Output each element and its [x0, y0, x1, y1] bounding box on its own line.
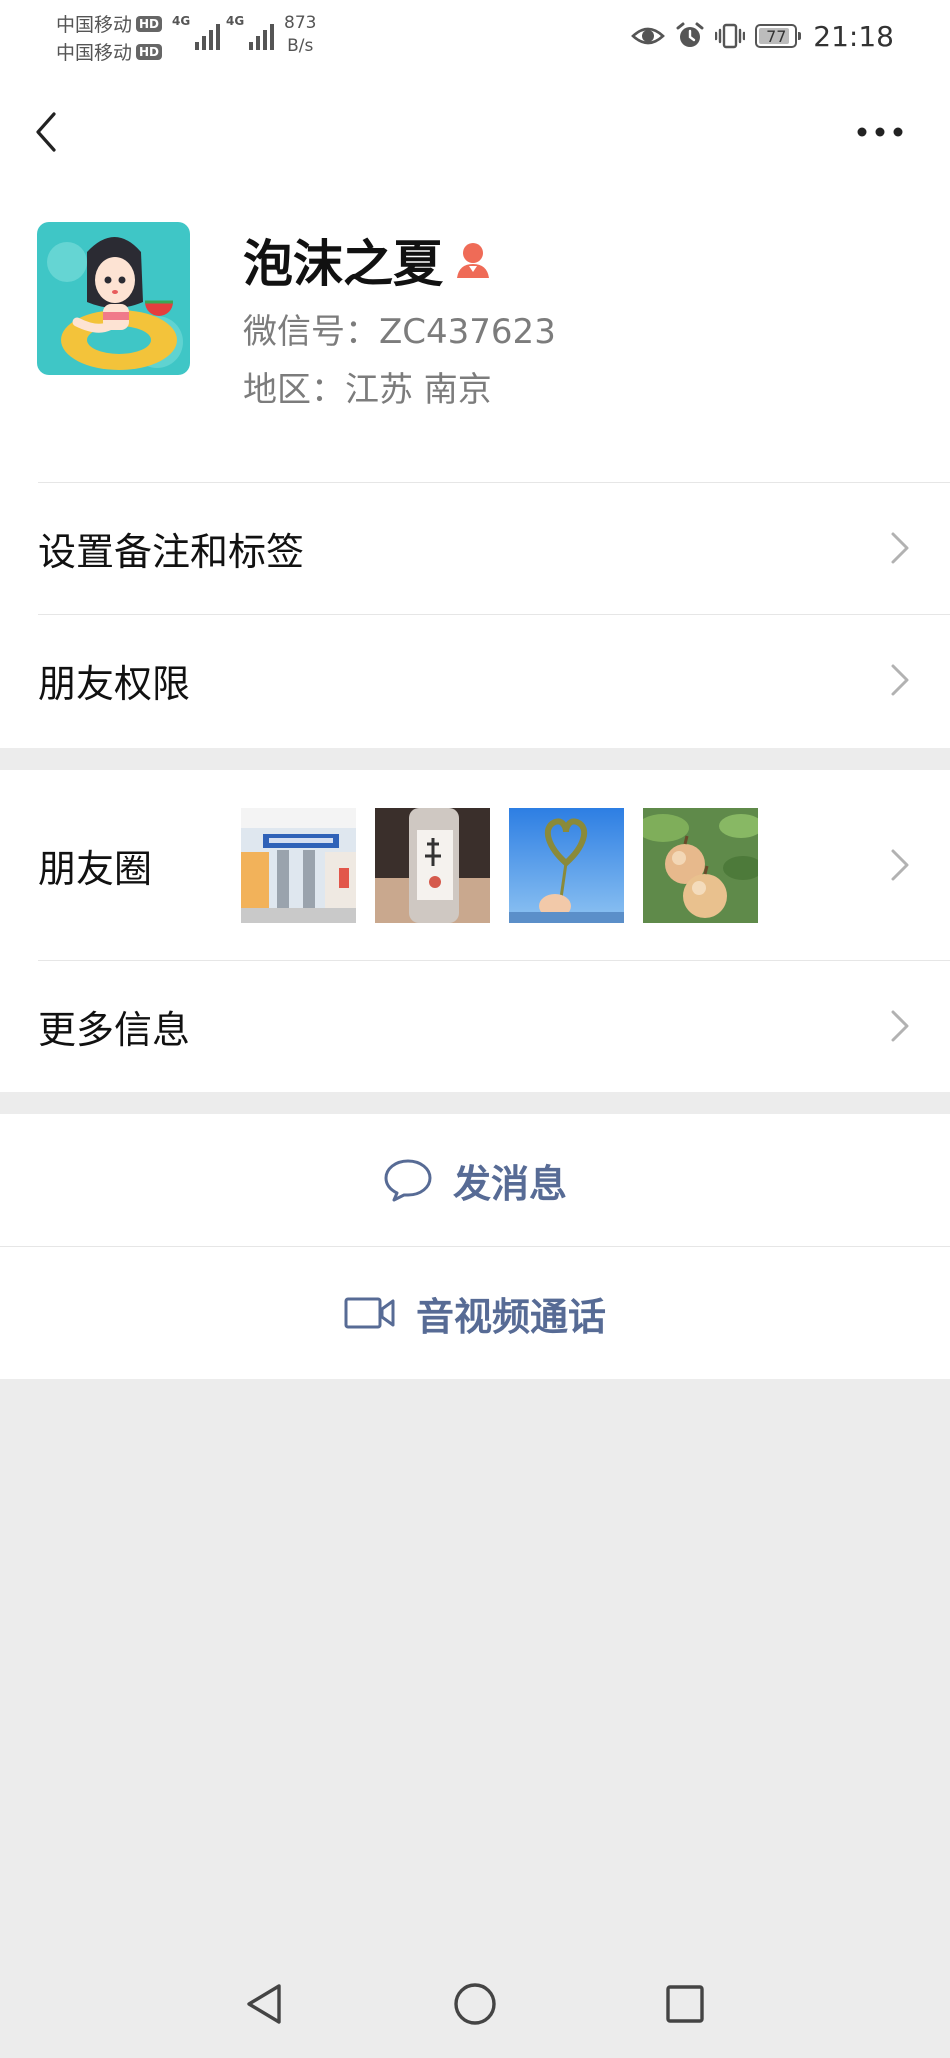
chevron-right-icon	[890, 530, 912, 566]
network-speed: 873 B/s	[284, 12, 316, 58]
vibrate-icon	[715, 23, 746, 49]
send-message-button[interactable]: 发消息	[0, 1114, 950, 1246]
alarm-icon	[676, 22, 704, 47]
chevron-left-icon	[36, 112, 56, 152]
status-icons: 77 21:18	[631, 14, 894, 58]
more-info-label: 更多信息	[38, 1007, 191, 1052]
moments-photo-3[interactable]	[509, 808, 624, 923]
triangle-back-icon	[247, 1984, 281, 2024]
hd-badge: HD	[136, 43, 163, 60]
chevron-right-icon	[890, 1008, 912, 1044]
battery-level: 77	[766, 26, 787, 46]
female-icon	[457, 243, 489, 278]
region: 地区：江苏 南京	[243, 370, 492, 410]
hd-badge: HD	[136, 15, 163, 32]
moments-thumbnails	[241, 808, 758, 923]
system-nav-bar	[0, 1950, 950, 2058]
actions-list: 发消息 音视频通话	[0, 1114, 950, 1379]
eye-icon	[631, 27, 666, 45]
moments-photo-1[interactable]	[241, 808, 356, 923]
network-type-2: 4G	[226, 14, 245, 28]
video-call-button[interactable]: 音视频通话	[0, 1247, 950, 1379]
chevron-right-icon	[890, 662, 912, 698]
carrier-1-name: 中国移动	[56, 14, 133, 36]
moments-row[interactable]: 朋友圈	[0, 770, 950, 960]
circle-home-icon	[454, 1983, 496, 2025]
avatar[interactable]	[37, 222, 190, 375]
nav-recents-button[interactable]	[655, 1974, 715, 2034]
signal-strength-1-icon: 4G	[172, 14, 221, 50]
network-speed-unit: B/s	[287, 36, 314, 56]
chevron-right-icon	[890, 847, 912, 883]
wechat-id: 微信号：ZC437623	[243, 312, 556, 352]
moments-photo-2[interactable]	[375, 808, 490, 923]
nickname: 泡沫之夏	[243, 224, 491, 296]
moments-label: 朋友圈	[38, 846, 153, 891]
square-recents-icon	[666, 1985, 704, 2023]
header	[0, 72, 950, 192]
nav-home-button[interactable]	[445, 1974, 505, 2034]
settings-list: 设置备注和标签 朋友权限	[0, 482, 950, 748]
carrier-2-name: 中国移动	[56, 42, 133, 64]
send-message-label: 发消息	[452, 1161, 567, 1206]
friend-permissions-label: 朋友权限	[38, 661, 191, 706]
moments-list: 朋友圈 更多信息	[0, 770, 950, 1092]
video-camera-icon	[344, 1297, 395, 1329]
network-speed-value: 873	[284, 13, 317, 33]
carrier-2: 中国移动 HD	[56, 38, 163, 65]
profile-card: 泡沫之夏 微信号：ZC437623 地区：江苏 南京	[0, 192, 950, 482]
nav-back-button[interactable]	[235, 1974, 295, 2034]
more-info-row[interactable]: 更多信息	[0, 960, 950, 1092]
more-button[interactable]	[850, 112, 910, 152]
signal-strength-2-icon: 4G	[226, 14, 275, 50]
friend-permissions-row[interactable]: 朋友权限	[0, 614, 950, 746]
chat-bubble-icon	[384, 1159, 432, 1202]
remark-tags-row[interactable]: 设置备注和标签	[0, 482, 950, 614]
avatar-image	[37, 222, 190, 375]
video-call-label: 音视频通话	[415, 1294, 606, 1339]
clock: 21:18	[813, 19, 894, 53]
status-bar: 中国移动 HD 中国移动 HD 4G 4G 873 B/s 77 21:18	[0, 0, 950, 72]
more-dots-icon	[857, 127, 903, 137]
network-type-1: 4G	[172, 14, 191, 28]
moments-photo-4[interactable]	[643, 808, 758, 923]
carrier-1: 中国移动 HD	[56, 10, 163, 37]
battery-icon: 77	[755, 24, 802, 48]
remark-tags-label: 设置备注和标签	[38, 529, 305, 574]
back-button[interactable]	[26, 102, 66, 162]
nickname-text: 泡沫之夏	[243, 235, 443, 293]
